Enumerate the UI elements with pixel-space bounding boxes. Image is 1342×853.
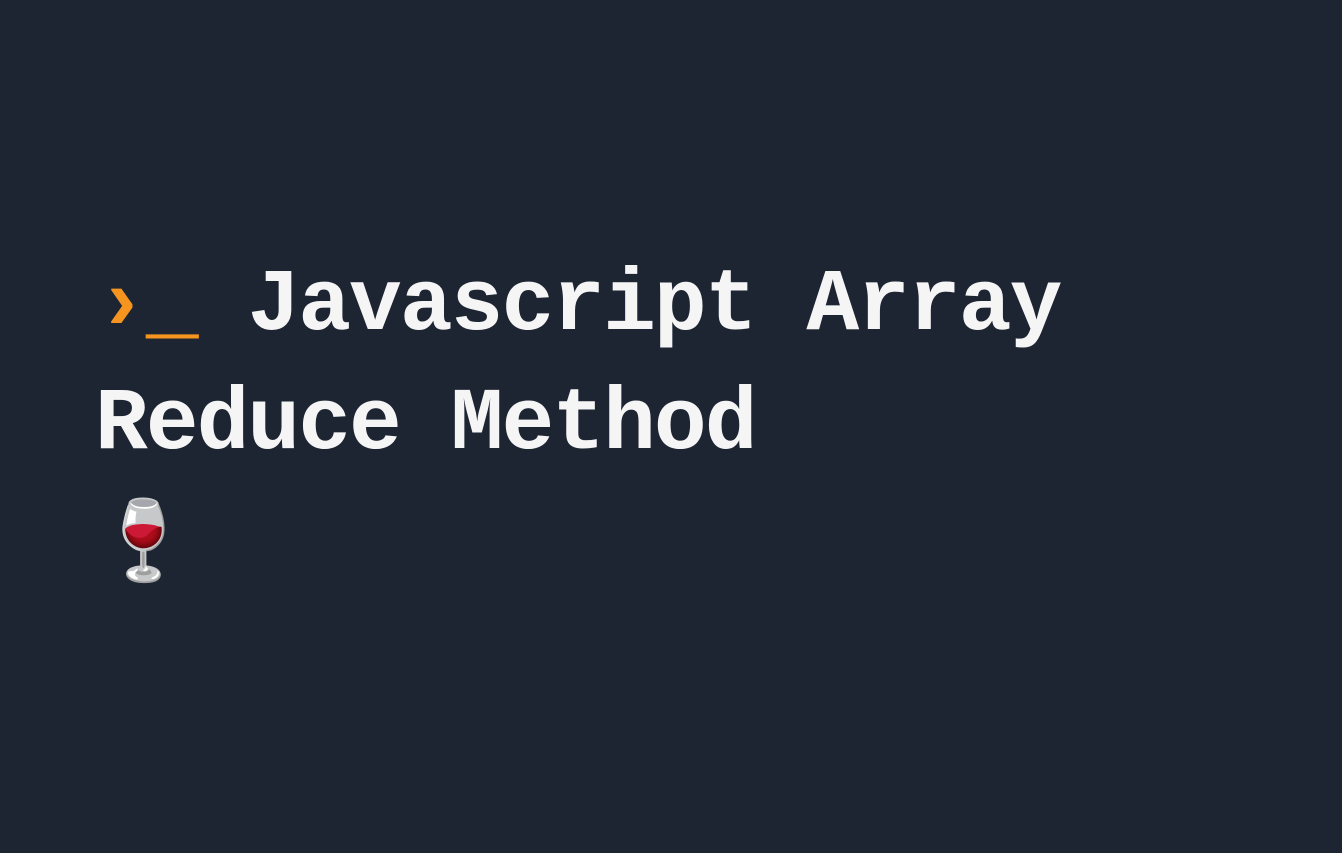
slide-content: ›_ Javascript Array Reduce Method 🍷 <box>95 248 1282 605</box>
slide-title: Javascript Array Reduce Method <box>95 257 1060 475</box>
prompt-underscore-icon: _ <box>146 257 197 356</box>
wine-glass-emoji: 🍷 <box>95 495 190 600</box>
prompt-caret-icon: › <box>95 257 146 356</box>
